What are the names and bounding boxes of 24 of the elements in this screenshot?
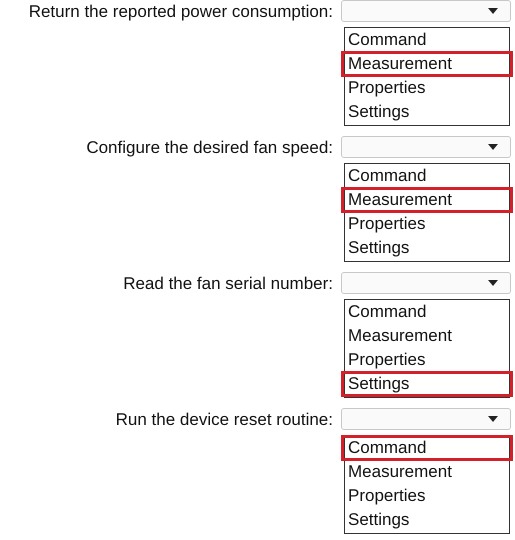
option-item[interactable]: Settings [341,507,513,533]
dropdown-field[interactable] [341,0,511,22]
option-item[interactable]: Measurement [341,323,513,349]
dropdown-field[interactable] [341,272,511,294]
option-item[interactable]: Command [341,299,513,325]
option-item[interactable]: Command [341,435,513,461]
option-item[interactable]: Properties [341,75,513,101]
option-item[interactable]: Measurement [341,459,513,485]
option-item[interactable]: Settings [341,235,513,261]
question-prompt: Return the reported power consumption: [28,2,333,22]
dropdown-field[interactable] [341,136,511,158]
option-item[interactable]: Measurement [341,51,513,77]
option-item[interactable]: Settings [341,371,513,397]
option-item[interactable]: Measurement [341,187,513,213]
option-item[interactable]: Command [341,163,513,189]
question-prompt: Run the device reset routine: [116,410,333,430]
option-item[interactable]: Properties [341,347,513,373]
question-prompt: Configure the desired fan speed: [86,138,333,158]
option-item[interactable]: Settings [341,99,513,125]
option-item[interactable]: Properties [341,211,513,237]
option-item[interactable]: Command [341,27,513,53]
dropdown-field[interactable] [341,408,511,430]
option-item[interactable]: Properties [341,483,513,509]
question-prompt: Read the fan serial number: [123,274,333,294]
